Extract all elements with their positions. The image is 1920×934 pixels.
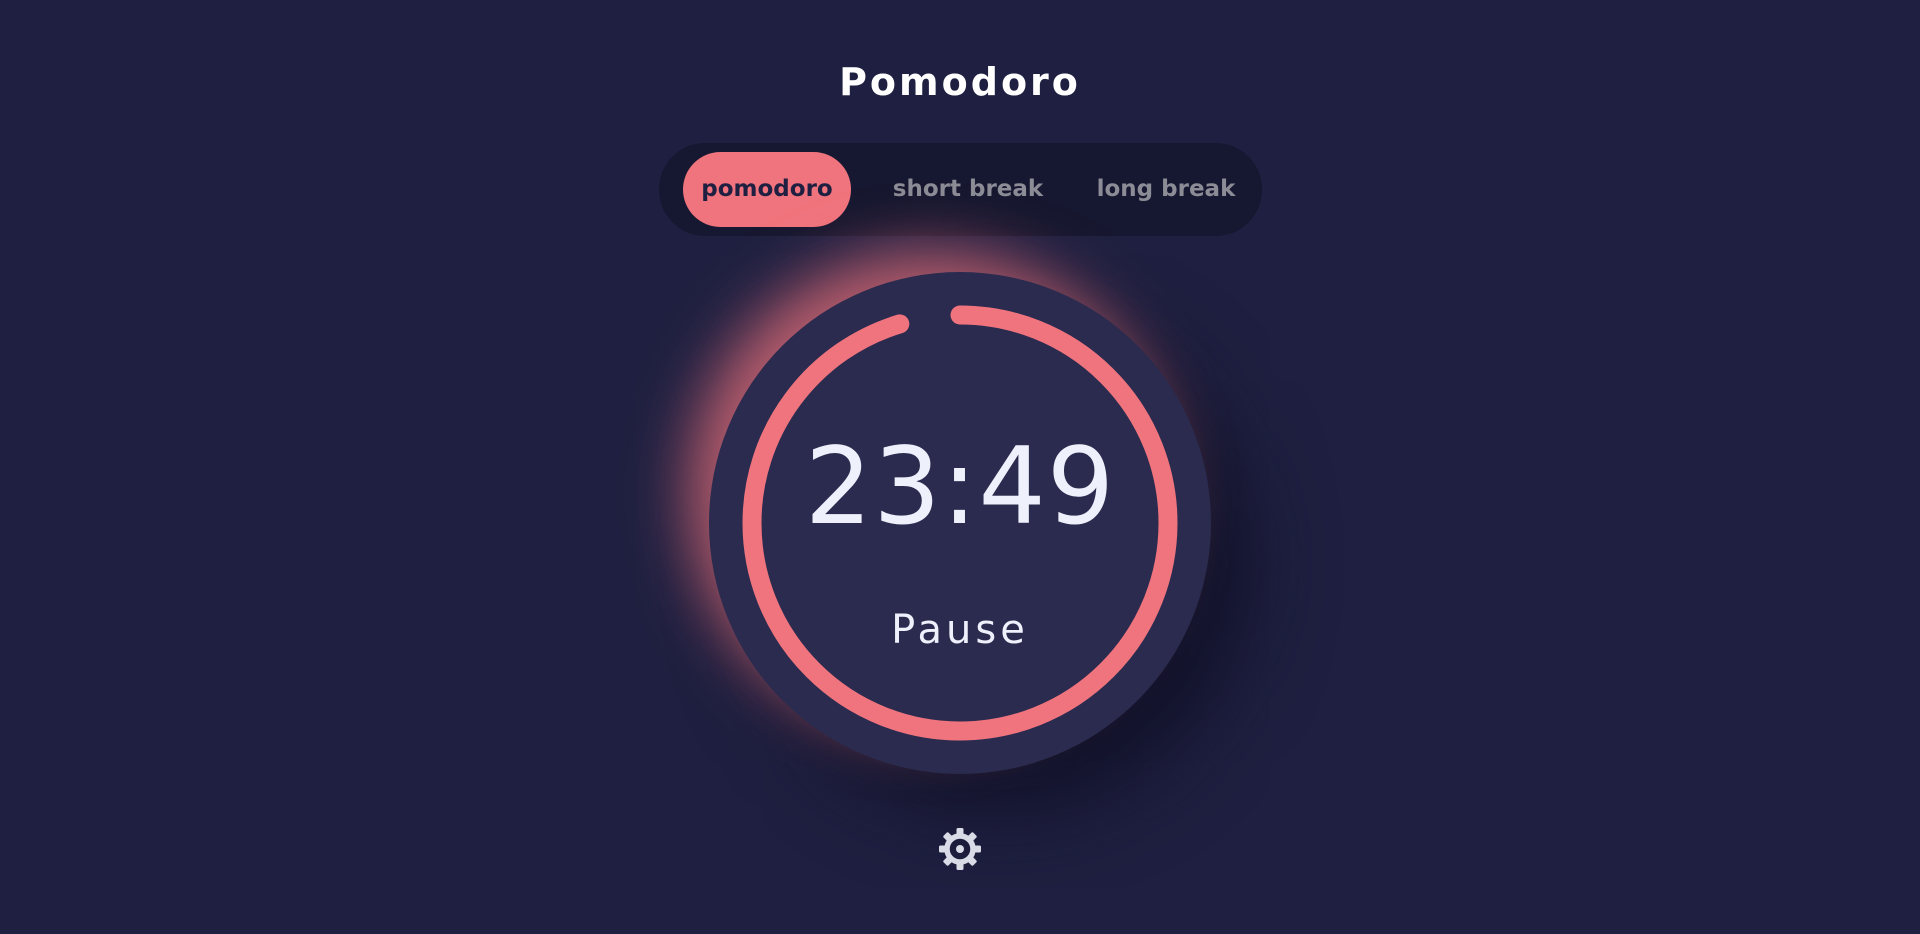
time-remaining: 23:49 <box>804 425 1116 548</box>
tab-pomodoro[interactable]: pomodoro <box>683 152 851 227</box>
timer-dial: 23:49 Pause <box>709 272 1211 774</box>
gear-icon <box>939 828 981 870</box>
pause-button[interactable]: Pause <box>860 602 1060 658</box>
settings-button[interactable] <box>937 826 983 872</box>
tab-long-break[interactable]: long break <box>1077 152 1255 227</box>
app-title: Pomodoro <box>839 60 1081 104</box>
mode-selector: pomodoro short break long break <box>659 143 1262 236</box>
tab-short-break[interactable]: short break <box>887 152 1049 227</box>
